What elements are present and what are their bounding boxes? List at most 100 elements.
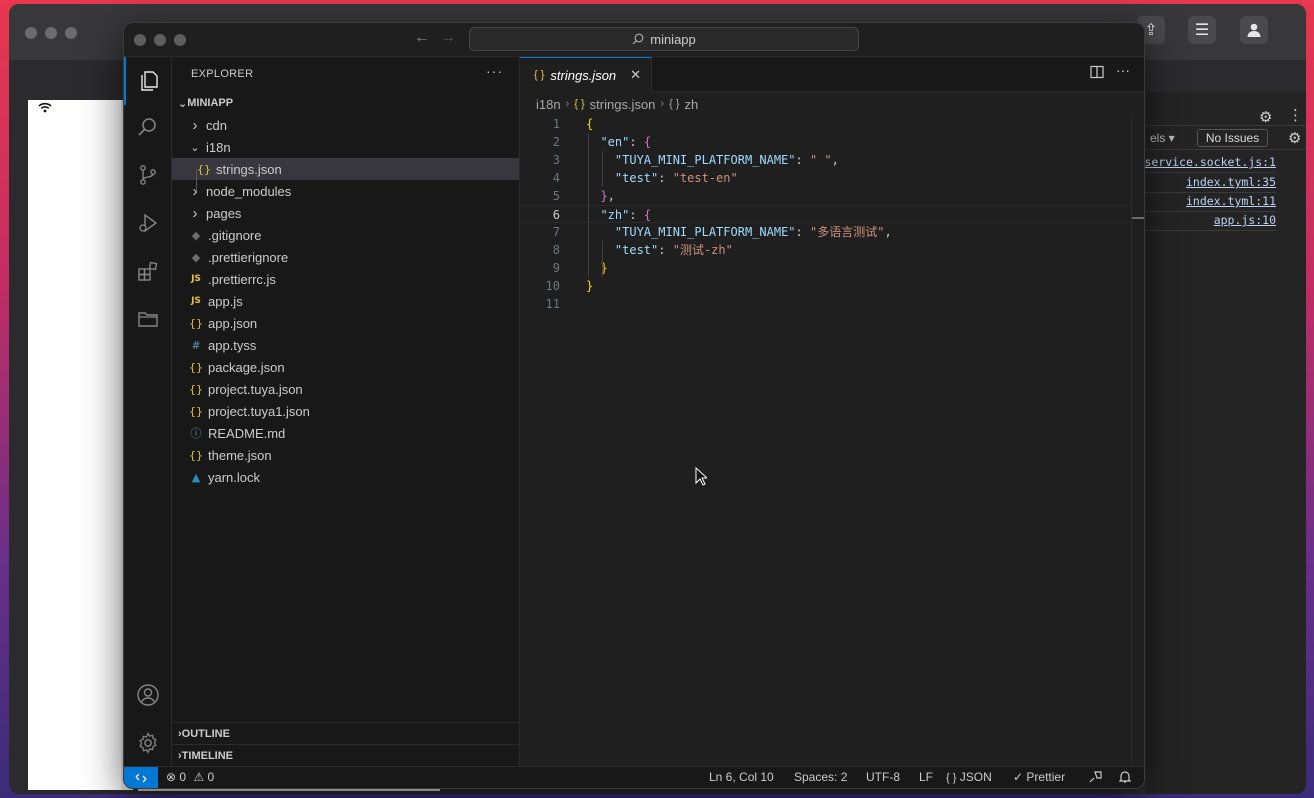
more-actions-icon[interactable]: ··· (486, 63, 503, 79)
chevron-down-icon: ⌄ (190, 141, 200, 154)
code-line[interactable]: 3 "TUYA_MINI_PLATFORM_NAME": " ", (520, 151, 1132, 169)
file-item[interactable]: ◆ .gitignore (172, 224, 519, 246)
run-debug-icon[interactable] (124, 199, 172, 247)
code-line[interactable]: 8 "test": "测试-zh" (520, 241, 1132, 259)
file-item[interactable]: # app.tyss (172, 334, 519, 356)
indent-guide (588, 133, 589, 277)
bg-zoom-dot[interactable] (65, 27, 77, 39)
bg-close-dot[interactable] (25, 27, 37, 39)
bg-minimize-dot[interactable] (45, 27, 57, 39)
file-item[interactable]: JS .prettierrc.js (172, 268, 519, 290)
warning-icon: ⚠ (193, 770, 205, 784)
source-control-icon[interactable] (124, 151, 172, 199)
extensions-icon[interactable] (124, 247, 172, 295)
folder-item[interactable]: › cdn (172, 114, 519, 136)
explorer-icon[interactable] (124, 57, 172, 105)
file-item[interactable]: {} theme.json (172, 444, 519, 466)
levels-dropdown[interactable]: els ▾ (1150, 131, 1175, 145)
json-file-icon: {} (197, 162, 211, 176)
double-check-icon: ✓ (1013, 770, 1024, 784)
file-item[interactable]: ◆ .prettierignore (172, 246, 519, 268)
folder-item[interactable]: › node_modules (172, 180, 519, 202)
code-line[interactable]: 1{ (520, 115, 1132, 133)
timeline-label: TIMELINE (181, 749, 234, 762)
forward-arrow-icon[interactable]: → (440, 29, 456, 47)
tree-item-label: theme.json (208, 447, 272, 463)
file-item[interactable]: {} app.json (172, 312, 519, 334)
code-line[interactable]: 2 "en": { (520, 133, 1132, 151)
end-of-line[interactable]: LF (919, 770, 933, 784)
code-line[interactable]: 6 "zh": { (520, 205, 1132, 223)
timeline-section-header[interactable]: › TIMELINE (172, 744, 519, 766)
code-line[interactable]: 11 (520, 295, 1132, 313)
problems-indicator[interactable]: ⊗ 0 ⚠ 0 (166, 770, 214, 784)
remote-indicator-icon[interactable] (124, 767, 158, 788)
tab-strings-json[interactable]: { } strings.json ✕ (520, 57, 652, 92)
close-window-dot[interactable] (134, 34, 146, 46)
file-item[interactable]: {} strings.json (172, 158, 519, 180)
devtools-more-icon[interactable]: ⋮ (1288, 106, 1303, 124)
indentation[interactable]: Spaces: 2 (794, 770, 847, 784)
prettier-status[interactable]: ✓ Prettier (1013, 770, 1065, 784)
editor-more-actions-icon[interactable]: ··· (1116, 62, 1130, 78)
error-icon: ⊗ (166, 770, 177, 784)
file-item[interactable]: ⓘ README.md (172, 422, 519, 444)
braces-icon: { } (946, 772, 957, 784)
split-editor-icon[interactable] (1090, 65, 1104, 82)
info-file-icon: ⓘ (190, 427, 202, 440)
account-icon[interactable] (1240, 16, 1268, 44)
code-text: "en": { (600, 135, 652, 149)
file-item[interactable]: {} project.tuya1.json (172, 400, 519, 422)
no-issues-button[interactable]: No Issues (1197, 129, 1268, 147)
breadcrumb: i18n › { } strings.json › { } zh (536, 93, 698, 115)
folder-header[interactable]: ⌄ MINIAPP (172, 92, 519, 114)
breadcrumb-file[interactable]: strings.json (590, 97, 656, 112)
code-line[interactable]: 9 } (520, 259, 1132, 277)
console-settings-icon[interactable]: ⚙ (1288, 129, 1301, 147)
scrollbar-cursor-marker (1132, 217, 1144, 219)
javascript-file-icon: JS (191, 296, 201, 306)
file-item[interactable]: JS app.js (172, 290, 519, 312)
yarn-file-icon: ▲ (191, 470, 201, 484)
editor-area: { } strings.json ✕ ··· i18n › { } string… (520, 57, 1144, 766)
feedback-icon[interactable] (1089, 770, 1102, 786)
breadcrumb-symbol[interactable]: zh (684, 97, 698, 112)
tree-item-label: i18n (206, 139, 231, 155)
file-item[interactable]: {} package.json (172, 356, 519, 378)
ignore-file-icon: ◆ (191, 250, 201, 264)
code-line[interactable]: 5 }, (520, 187, 1132, 205)
search-icon[interactable] (124, 103, 172, 151)
back-arrow-icon[interactable]: ← (414, 29, 430, 47)
code-line[interactable]: 10} (520, 277, 1132, 295)
file-item[interactable]: {} project.tuya.json (172, 378, 519, 400)
minimize-window-dot[interactable] (154, 34, 166, 46)
folder-icon[interactable] (124, 295, 172, 343)
zoom-window-dot[interactable] (174, 34, 186, 46)
code-line[interactable]: 7 "TUYA_MINI_PLATFORM_NAME": "多语言测试", (520, 223, 1132, 241)
scrollbar-track[interactable] (1131, 115, 1132, 766)
list-icon[interactable]: ☰ (1188, 16, 1216, 44)
chevron-right-icon: › (660, 98, 665, 110)
chevron-right-icon: › (192, 116, 198, 134)
encoding[interactable]: UTF-8 (866, 770, 900, 784)
settings-gear-icon[interactable] (124, 719, 172, 767)
devtools-settings-icon[interactable]: ⚙ (1259, 108, 1272, 126)
json-file-icon: { } (534, 69, 545, 81)
breadcrumb-folder[interactable]: i18n (536, 97, 561, 112)
file-item[interactable]: ▲ yarn.lock (172, 466, 519, 488)
tree-item-label: .prettierrc.js (208, 271, 276, 287)
cursor-position[interactable]: Ln 6, Col 10 (709, 770, 774, 784)
folder-item[interactable]: › pages (172, 202, 519, 224)
language-mode[interactable]: { } JSON (946, 770, 992, 784)
code-editor[interactable]: 1{2 "en": {3 "TUYA_MINI_PLATFORM_NAME": … (520, 115, 1132, 766)
accounts-icon[interactable] (124, 671, 172, 719)
tree-item-label: strings.json (216, 161, 282, 177)
code-line[interactable]: 4 "test": "test-en" (520, 169, 1132, 187)
outline-section-header[interactable]: › OUTLINE (172, 722, 519, 744)
json-file-icon: { } (574, 98, 585, 110)
folder-item[interactable]: ⌄ i18n (172, 136, 519, 158)
notifications-bell-icon[interactable] (1118, 770, 1132, 786)
close-tab-icon[interactable]: ✕ (630, 67, 641, 83)
activity-bar (124, 57, 172, 766)
command-center[interactable]: miniapp (469, 27, 859, 51)
